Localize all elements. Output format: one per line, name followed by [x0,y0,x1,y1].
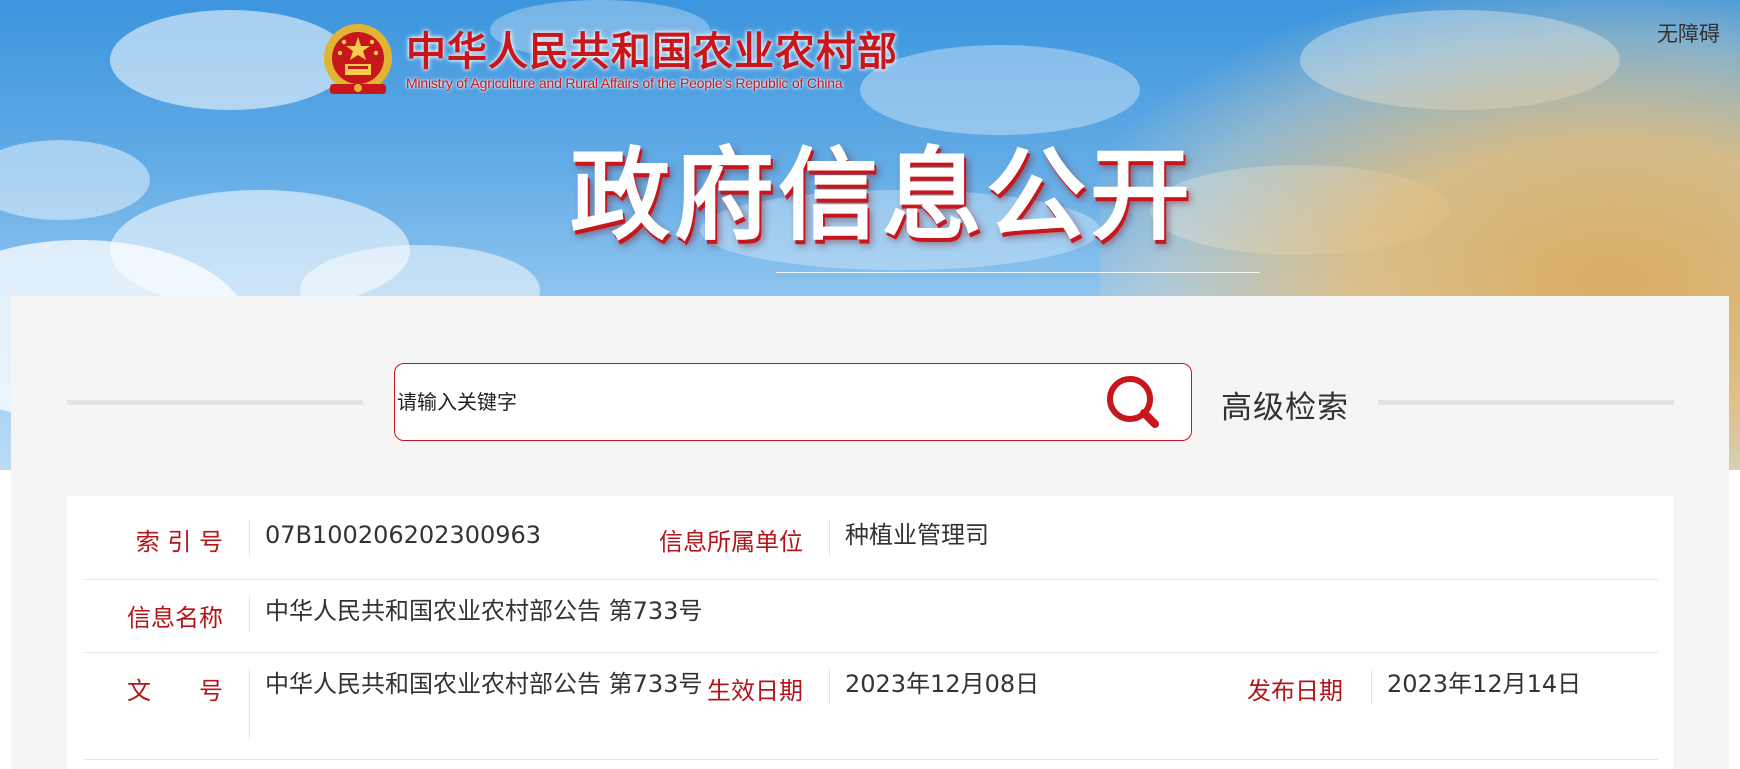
advanced-search-link[interactable]: 高级检索 [1221,382,1349,427]
divider [1371,669,1372,705]
site-name-en: Ministry of Agriculture and Rural Affair… [406,75,843,91]
divider [249,596,250,632]
doc-no-label: 文 号 [127,677,223,705]
search-divider-right [1378,400,1674,405]
doc-no-value: 中华人民共和国农业农村部公告 第733号 [265,670,703,698]
info-row-1: 索 引 号 07B100206202300963 信息所属单位 种植业管理司 [83,496,1658,580]
site-name-cn: 中华人民共和国农业农村部 [406,28,898,75]
info-row-2: 信息名称 中华人民共和国农业农村部公告 第733号 [83,580,1658,653]
effective-date-value: 2023年12月08日 [845,670,1040,698]
divider [249,669,250,739]
org-value: 种植业管理司 [845,521,989,549]
main-panel: 高级检索 索 引 号 07B100206202300963 信息所属单位 种植业… [11,296,1729,769]
name-label: 信息名称 [127,604,223,632]
site-logo[interactable]: 中华人民共和国农业农村部 Ministry of Agriculture and… [320,20,898,100]
title-divider [776,272,1260,273]
search-icon[interactable] [1105,374,1165,434]
info-table: 索 引 号 07B100206202300963 信息所属单位 种植业管理司 信… [67,496,1674,769]
page: 无障碍 中华人民共和国农业农村部 Ministry of Agriculture… [0,0,1740,769]
index-no-value: 07B100206202300963 [265,521,542,549]
national-emblem-icon [324,24,392,94]
index-no-label: 索 引 号 [135,528,223,556]
divider [829,669,830,705]
search-input[interactable] [395,364,1085,440]
divider [829,520,830,556]
page-title: 政府信息公开 [570,136,1194,254]
search-divider-left [67,400,363,405]
publish-date-value: 2023年12月14日 [1387,670,1582,698]
org-label: 信息所属单位 [659,528,803,556]
name-value: 中华人民共和国农业农村部公告 第733号 [265,597,703,625]
divider [249,520,250,556]
info-row-3: 文 号 中华人民共和国农业农村部公告 第733号 生效日期 2023年12月08… [83,653,1658,760]
effective-date-label: 生效日期 [707,677,803,705]
accessibility-link[interactable]: 无障碍 [1657,18,1720,48]
publish-date-label: 发布日期 [1247,677,1343,705]
search-box [394,363,1192,441]
